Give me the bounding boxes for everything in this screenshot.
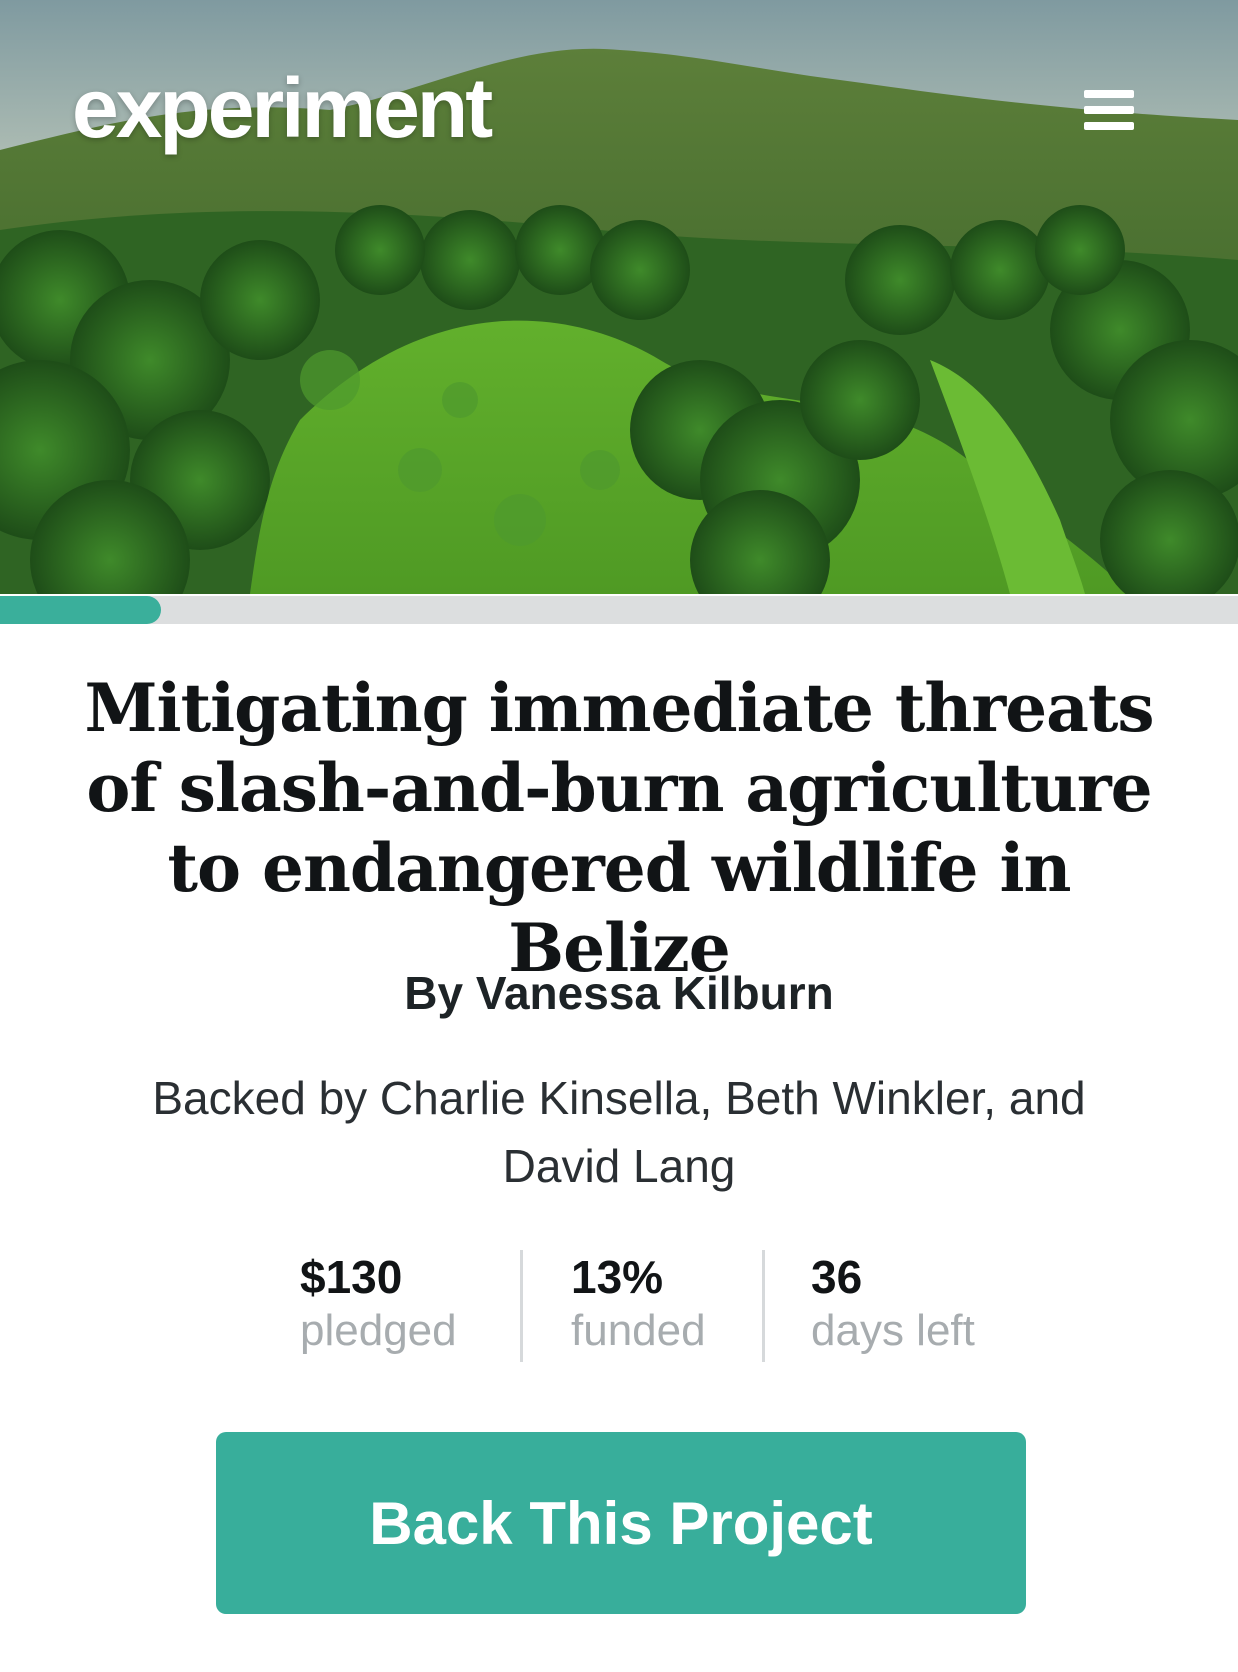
menu-bar [1084,90,1134,98]
stat-value: 13% [571,1251,664,1303]
hero-image: experiment [0,0,1238,594]
project-stats: $130 pledged 13% funded 36 days left [300,1250,1022,1362]
menu-bar [1084,122,1134,130]
stat-value: $130 [300,1251,403,1303]
stat-label: funded [571,1306,706,1355]
project-author[interactable]: By Vanessa Kilburn [0,966,1238,1020]
experiment-logo[interactable]: experiment [72,66,493,150]
stat-label: pledged [300,1306,457,1355]
back-this-project-button[interactable]: Back This Project [216,1432,1026,1614]
menu-bar [1084,106,1134,114]
hamburger-menu-icon[interactable] [1084,88,1134,132]
stat-value: 36 [811,1251,863,1303]
stat-pledged: $130 pledged [300,1250,520,1362]
stat-label: days left [811,1306,975,1355]
stat-funded: 13% funded [520,1250,762,1362]
funding-progress-fill [0,596,161,624]
project-backers: Backed by Charlie Kinsella, Beth Winkler… [152,1072,1086,1192]
funding-progress-bar [0,596,1238,624]
project-page: experiment Mitigating immediate threats … [0,0,1238,1672]
stat-days-left: 36 days left [762,1250,1022,1362]
project-title: Mitigating immediate threats of slash-an… [84,669,1154,987]
